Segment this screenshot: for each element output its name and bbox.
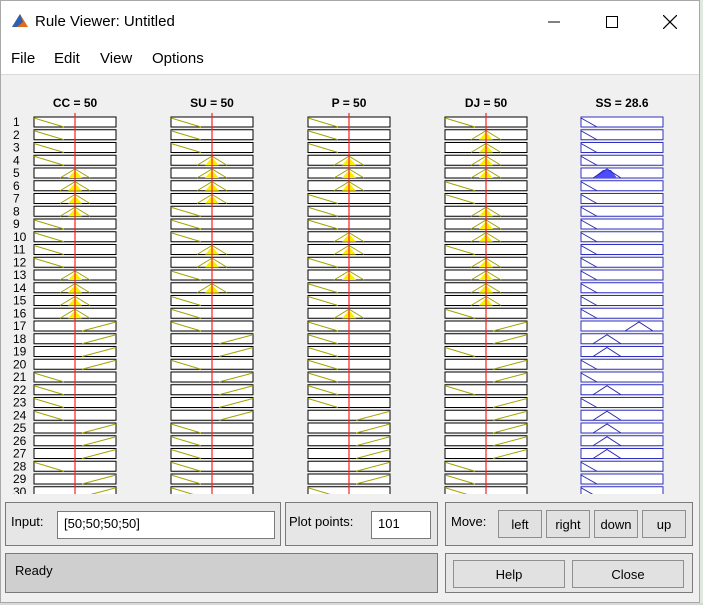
output-mf-box <box>580 244 664 255</box>
menu-options[interactable]: Options <box>152 50 204 67</box>
rule-plot[interactable]: 1234567891011121314151617181920212223242… <box>1 75 699 495</box>
input-panel: Input: [50;50;50;50] <box>5 502 281 546</box>
column-title: CC = 50 <box>53 96 98 110</box>
output-mf-box <box>580 116 664 128</box>
maximize-button[interactable] <box>583 1 641 43</box>
output-mf-box <box>580 167 664 179</box>
rule-plot-area[interactable]: 1 2 3 4 5 6 7 8 9 10 11 12 13 14 15 16 17 18 19 20 21 22 23 24 2… <box>1 75 699 495</box>
menu-file[interactable]: File <box>11 50 35 67</box>
output-mf-box <box>580 397 664 408</box>
output-mf-box <box>580 256 664 268</box>
minimize-icon <box>548 21 560 23</box>
output-mf-box <box>580 307 664 319</box>
output-mf-box <box>580 346 664 357</box>
output-mf-box <box>580 154 664 166</box>
input-label: Input: <box>11 514 44 529</box>
plot-points-panel: Plot points: 101 <box>285 502 438 546</box>
plot-points-field[interactable]: 101 <box>371 511 431 539</box>
output-mf-box <box>580 142 664 153</box>
output-mf-box <box>580 422 664 434</box>
column-title: DJ = 50 <box>465 96 508 110</box>
column-title: SU = 50 <box>190 96 234 110</box>
move-down-button[interactable]: down <box>594 510 638 538</box>
input-field[interactable]: [50;50;50;50] <box>57 511 275 539</box>
output-mf-box <box>580 129 664 141</box>
output-mf-box <box>580 333 664 345</box>
output-mf-box <box>580 460 664 472</box>
move-right-button[interactable]: right <box>546 510 590 538</box>
maximize-icon <box>606 16 618 28</box>
menu-view[interactable]: View <box>100 50 132 67</box>
close-icon <box>663 15 677 29</box>
move-panel: Move: left right down up <box>445 502 693 546</box>
output-mf-box <box>580 358 664 370</box>
output-mf-box <box>580 409 664 421</box>
move-label: Move: <box>451 514 487 529</box>
rule-viewer-window: Rule Viewer: Untitled File Edit View Opt… <box>0 0 700 603</box>
output-mf-box <box>580 218 664 230</box>
output-mf-box <box>580 371 664 383</box>
help-button[interactable]: Help <box>453 560 565 588</box>
output-mf-box <box>580 282 664 294</box>
output-mf-box <box>580 384 664 396</box>
menu-edit[interactable]: Edit <box>54 50 80 67</box>
matlab-icon <box>12 14 28 27</box>
move-up-button[interactable]: up <box>642 510 686 538</box>
output-mf-box <box>580 435 664 447</box>
close-button[interactable]: Close <box>572 560 684 588</box>
move-left-button[interactable]: left <box>498 510 542 538</box>
output-mf-box <box>580 295 664 306</box>
column-title: SS = 28.6 <box>595 96 648 110</box>
output-mf-box <box>580 473 664 485</box>
control-area: Input: [50;50;50;50] Plot points: 101 Mo… <box>1 494 699 602</box>
plot-points-label: Plot points: <box>289 514 354 529</box>
menu-bar: File Edit View Options <box>1 43 699 75</box>
output-mf-box <box>580 205 664 217</box>
column-title: P = 50 <box>332 96 367 110</box>
output-mf-box <box>580 193 664 204</box>
minimize-button[interactable] <box>525 1 583 43</box>
output-mf-box <box>580 269 664 281</box>
output-mf-box <box>580 231 664 243</box>
title-bar: Rule Viewer: Untitled <box>1 1 699 43</box>
close-window-button[interactable] <box>641 1 699 43</box>
output-mf-box <box>580 180 664 192</box>
status-text: Ready <box>15 563 53 578</box>
help-close-panel: Help Close <box>445 553 693 593</box>
window-title: Rule Viewer: Untitled <box>35 13 175 30</box>
status-panel: Ready <box>5 553 438 593</box>
output-mf-box <box>580 448 664 459</box>
